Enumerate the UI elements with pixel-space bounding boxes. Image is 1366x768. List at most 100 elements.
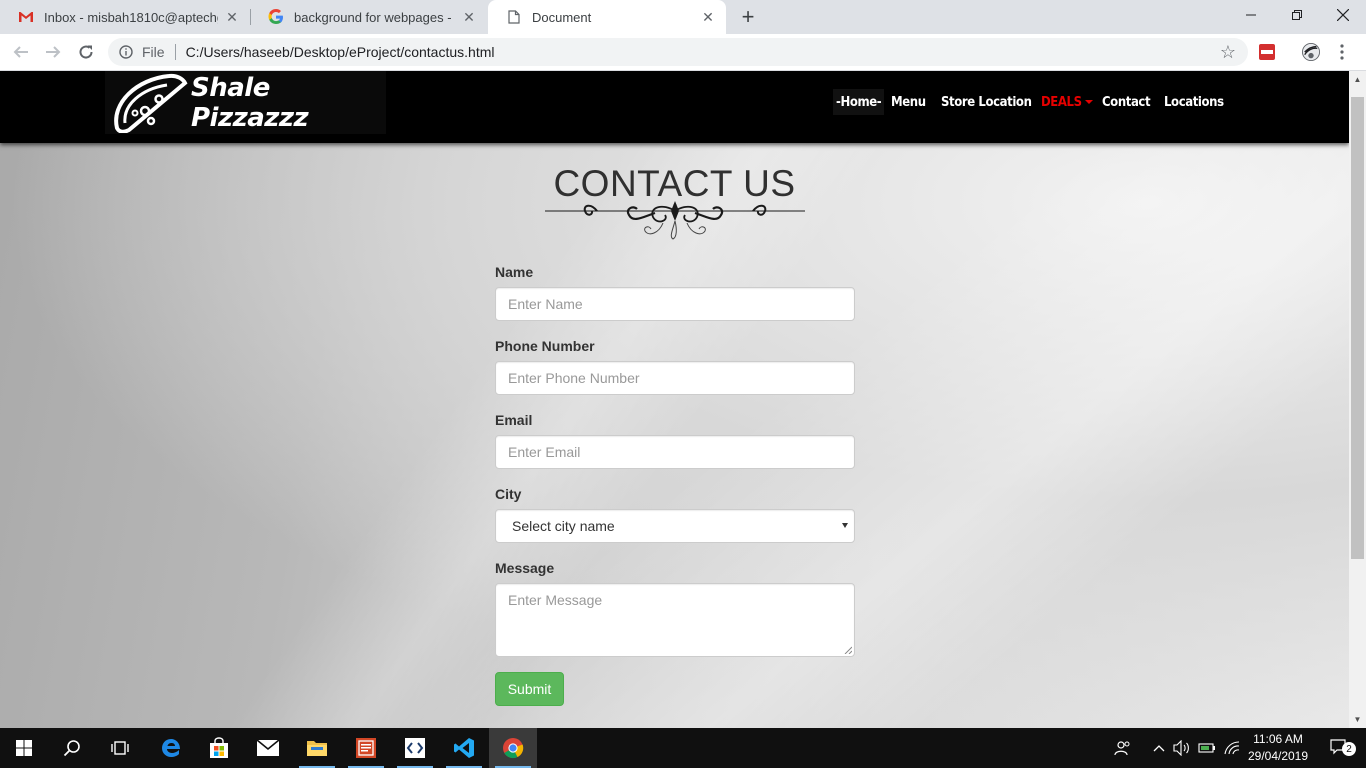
mail-envelope-icon: [256, 739, 280, 756]
code-brackets-icon: [405, 738, 425, 758]
nav-home[interactable]: -Home-: [833, 89, 885, 115]
taskbar-file-explorer[interactable]: [293, 728, 341, 768]
search-icon: [63, 740, 80, 757]
url-scheme-label: File: [142, 44, 165, 60]
info-icon[interactable]: [118, 44, 134, 60]
vscode-icon: [454, 738, 474, 758]
taskbar-clock[interactable]: 11:06 AM 29/04/2019: [1238, 731, 1318, 765]
windows-logo-icon: [16, 740, 32, 756]
nav-menu[interactable]: Menu: [891, 89, 926, 115]
back-button[interactable]: [8, 39, 34, 65]
caret-down-icon: [1084, 100, 1093, 104]
chevron-up-icon[interactable]: [1150, 728, 1168, 768]
close-icon: [1337, 9, 1349, 21]
tab-title: background for webpages - Goo: [294, 9, 455, 25]
gmail-icon: [18, 9, 34, 25]
clock-date: 29/04/2019: [1247, 749, 1309, 763]
tab-document[interactable]: Document ✕: [488, 0, 726, 34]
presentation-app-icon: [356, 738, 376, 758]
url-text[interactable]: C:/Users/haseeb/Desktop/eProject/contact…: [186, 44, 1218, 60]
store-bag-icon: [210, 737, 228, 758]
phone-input[interactable]: Enter Phone Number: [495, 361, 855, 395]
email-placeholder: Enter Email: [508, 444, 581, 460]
folder-icon: [307, 741, 327, 756]
nav-deals-label: DEALS: [1041, 94, 1082, 110]
windows-taskbar: 11:06 AM 29/04/2019 2: [0, 728, 1366, 768]
chrome-menu-icon[interactable]: [1333, 43, 1351, 61]
edge-browser-icon: [162, 739, 180, 757]
task-view-icon: [111, 741, 129, 755]
tab-strip: Inbox - misbah1810c@aptechgdn ✕ backgrou…: [0, 0, 1366, 34]
taskbar-chrome[interactable]: [489, 728, 537, 768]
nav-contact[interactable]: Contact: [1102, 89, 1151, 115]
tab-title: Inbox - misbah1810c@aptechgdn: [44, 9, 218, 25]
nav-deals-dropdown[interactable]: DEALS: [1041, 89, 1093, 115]
taskbar-mail[interactable]: [244, 728, 292, 768]
taskbar-store[interactable]: [195, 728, 243, 768]
task-view-button[interactable]: [96, 728, 144, 768]
battery-icon[interactable]: [1197, 728, 1217, 768]
nav-store-location[interactable]: Store Location: [941, 89, 1032, 115]
restore-icon: [1292, 10, 1302, 20]
reload-button[interactable]: [73, 39, 99, 65]
city-select[interactable]: Select city name: [495, 509, 855, 543]
nav-locations[interactable]: Locations: [1164, 89, 1224, 115]
profile-avatar-icon[interactable]: [1302, 43, 1320, 61]
tab-google-search[interactable]: background for webpages - Goo ✕: [250, 0, 487, 34]
scroll-up-icon[interactable]: ▲: [1349, 71, 1366, 88]
notification-count-badge: 2: [1342, 742, 1356, 756]
back-arrow-icon: [13, 46, 28, 58]
tab-title: Document: [532, 9, 592, 25]
name-placeholder: Enter Name: [508, 296, 583, 312]
tab-inbox[interactable]: Inbox - misbah1810c@aptechgdn ✕: [0, 0, 250, 34]
chrome-icon: [503, 738, 524, 759]
forward-button[interactable]: [40, 39, 66, 65]
name-input[interactable]: Enter Name: [495, 287, 855, 321]
city-selected-value: Select city name: [512, 518, 615, 534]
people-icon[interactable]: [1110, 728, 1136, 768]
browser-toolbar: File C:/Users/haseeb/Desktop/eProject/co…: [0, 34, 1366, 71]
reload-icon: [79, 45, 93, 59]
phone-label: Phone Number: [495, 338, 595, 354]
start-button[interactable]: [0, 728, 48, 768]
minimize-button[interactable]: [1228, 0, 1274, 30]
restore-button[interactable]: [1274, 0, 1320, 30]
message-placeholder: Enter Message: [508, 592, 603, 608]
page-viewport: Shale Pizzazzz -Home- Menu Store Locatio…: [0, 71, 1349, 728]
address-bar[interactable]: File C:/Users/haseeb/Desktop/eProject/co…: [108, 38, 1248, 66]
close-icon[interactable]: ✕: [700, 9, 716, 25]
minimize-icon: [1246, 14, 1256, 16]
message-textarea[interactable]: Enter Message: [495, 583, 855, 657]
forward-arrow-icon: [46, 46, 61, 58]
cors-extension-icon[interactable]: [1258, 43, 1276, 61]
pizza-slice-icon: [107, 73, 189, 133]
submit-button[interactable]: Submit: [495, 672, 564, 706]
site-header: Shale Pizzazzz -Home- Menu Store Locatio…: [0, 71, 1349, 143]
taskbar-vscode[interactable]: [440, 728, 488, 768]
taskbar-powerpoint-app[interactable]: [342, 728, 390, 768]
message-label: Message: [495, 560, 555, 576]
email-label: Email: [495, 412, 533, 428]
volume-icon[interactable]: [1172, 728, 1192, 768]
new-tab-button[interactable]: +: [736, 4, 760, 29]
flourish-divider-icon: [545, 201, 805, 240]
close-icon[interactable]: ✕: [461, 9, 477, 25]
page-scrollbar[interactable]: ▲ ▼: [1349, 71, 1366, 728]
city-label: City: [495, 486, 522, 502]
resize-handle-icon[interactable]: [844, 646, 852, 654]
brand-name: Shale Pizzazzz: [191, 72, 309, 133]
window-close-button[interactable]: [1320, 0, 1366, 30]
brand[interactable]: Shale Pizzazzz: [105, 71, 386, 134]
search-button[interactable]: [48, 728, 96, 768]
scrollbar-thumb[interactable]: [1351, 97, 1364, 559]
name-label: Name: [495, 264, 534, 280]
action-center-button[interactable]: 2: [1320, 728, 1360, 768]
close-icon[interactable]: ✕: [224, 9, 240, 25]
scroll-down-icon[interactable]: ▼: [1349, 711, 1366, 728]
email-input[interactable]: Enter Email: [495, 435, 855, 469]
clock-time: 11:06 AM: [1253, 732, 1303, 746]
bookmark-star-icon[interactable]: ☆: [1218, 42, 1238, 62]
taskbar-code-editor[interactable]: [391, 728, 439, 768]
omnibox-divider: [174, 44, 176, 60]
taskbar-edge[interactable]: [147, 728, 195, 768]
